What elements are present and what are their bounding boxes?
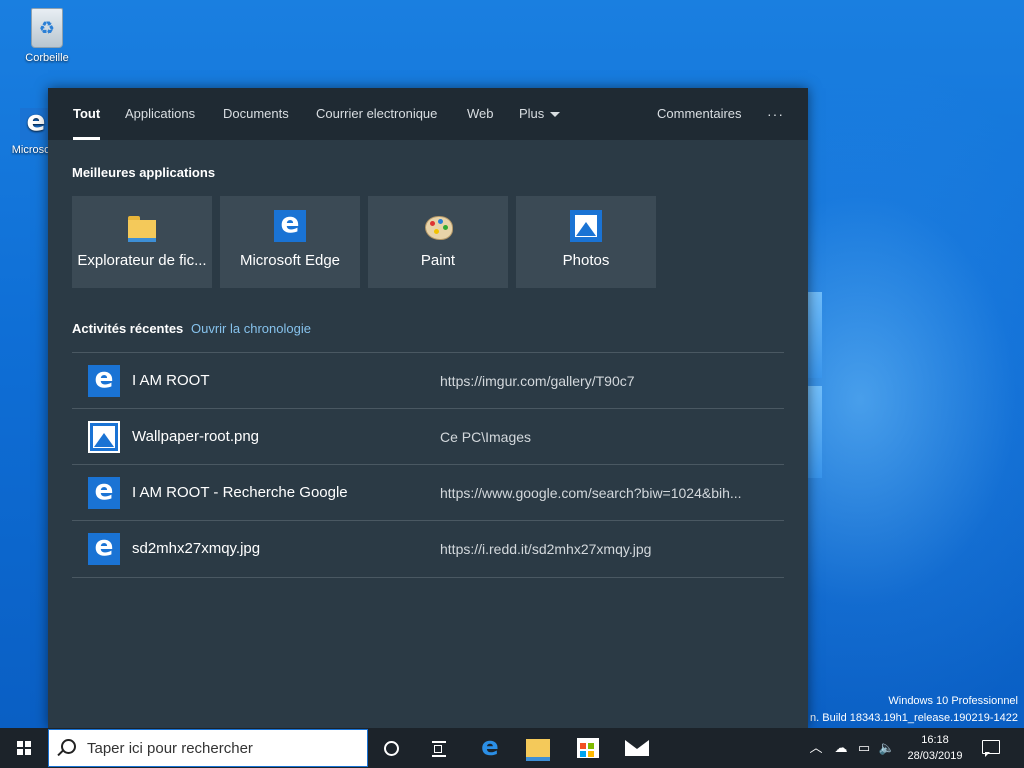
recent-item-name: I AM ROOT - Recherche Google [132,484,348,501]
search-panel: Tout Applications Documents Courrier ele… [48,88,808,728]
taskbar-file-explorer[interactable] [514,728,562,768]
action-center-button[interactable] [976,728,1024,768]
tab-all[interactable]: Tout [73,88,101,140]
search-tabs: Tout Applications Documents Courrier ele… [48,88,808,140]
speaker-icon: 🔈 [878,740,896,755]
app-tile-label: Paint [420,252,456,269]
wallpaper-pane [808,386,822,478]
taskbar-store[interactable] [564,728,612,768]
app-tile-file-explorer[interactable]: Explorateur de fic... [72,196,212,288]
desktop-icon-label: Corbeille [25,52,69,64]
taskbar-search-box[interactable] [48,729,368,767]
recent-item-location: Ce PC\Images [440,429,532,445]
photos-icon [570,210,602,242]
tab-applications[interactable]: Applications [125,88,195,140]
recent-item[interactable]: I AM ROOT - Recherche Google https://www… [72,464,784,521]
mail-icon [625,740,649,756]
network-button[interactable]: ▭ [854,728,874,768]
edge-icon [88,529,120,565]
taskbar: e ︿ ☁ ▭ 🔈 16:18 28/03/2019 [0,728,1024,768]
chevron-down-icon [550,112,561,118]
taskbar-edge[interactable]: e [466,728,514,768]
more-options-button[interactable]: ··· [767,88,784,140]
start-button[interactable] [0,728,48,768]
recent-item-location: https://imgur.com/gallery/T90c7 [440,373,635,389]
cortana-button[interactable] [368,728,416,768]
tab-web[interactable]: Web [467,88,494,140]
app-tile-label: Explorateur de fic... [77,252,207,269]
desktop-icon-recycle-bin[interactable]: Corbeille [12,8,82,64]
tab-documents[interactable]: Documents [223,88,289,140]
cortana-icon [384,741,399,756]
recent-item[interactable]: I AM ROOT https://imgur.com/gallery/T90c… [72,352,784,409]
image-file-icon [88,421,120,453]
recycle-bin-icon [31,8,63,48]
notification-icon [982,740,1000,757]
file-explorer-icon [126,210,158,242]
recent-item-name: sd2mhx27xmqy.jpg [132,540,261,557]
edge-icon [274,206,306,242]
app-tile-label: Microsoft Edge [239,252,341,269]
store-icon [577,738,599,758]
app-tile-edge[interactable]: Microsoft Edge [220,196,360,288]
recent-item-name: Wallpaper-root.png [132,428,260,445]
edge-icon: e [481,732,499,762]
onedrive-button[interactable]: ☁ [830,728,852,768]
recent-item-location: https://i.redd.it/sd2mhx27xmqy.jpg [440,541,652,557]
task-view-button[interactable] [416,728,464,768]
app-tile-photos[interactable]: Photos [516,196,656,288]
recent-item[interactable]: sd2mhx27xmqy.jpg https://i.redd.it/sd2mh… [72,520,784,578]
recent-item[interactable]: Wallpaper-root.png Ce PC\Images [72,408,784,465]
paint-icon [422,210,454,242]
taskbar-clock[interactable]: 16:18 28/03/2019 [900,732,970,764]
app-tile-label: Photos [562,252,610,269]
clock-date: 28/03/2019 [907,750,963,762]
taskbar-mail[interactable] [613,728,661,768]
network-icon: ▭ [857,740,871,755]
recent-item-name: I AM ROOT [132,372,210,389]
tab-email[interactable]: Courrier electronique [316,88,437,140]
open-timeline-link[interactable]: Ouvrir la chronologie [191,321,311,336]
cloud-icon: ☁ [834,740,848,755]
edge-icon [88,473,120,509]
app-tile-paint[interactable]: Paint [368,196,508,288]
windows-build: n. Build 18343.19h1_release.190219-1422 [810,712,1018,724]
show-hidden-icons-button[interactable]: ︿ [806,728,826,768]
tab-more-label: Plus [519,106,545,121]
best-apps-title: Meilleures applications [72,165,216,180]
search-input[interactable] [87,730,357,766]
recent-activities-title: Activités récentes [72,321,184,336]
wallpaper-pane [808,292,822,378]
windows-logo-icon [17,741,31,755]
search-icon [61,739,76,754]
tab-more[interactable]: Plus [519,88,561,140]
desktop-icon-label: Microso [11,144,51,156]
chevron-up-icon: ︿ [809,740,823,755]
clock-time: 16:18 [921,734,949,746]
feedback-button[interactable]: Commentaires [657,88,742,140]
edge-icon [88,361,120,397]
recent-item-location: https://www.google.com/search?biw=1024&b… [440,485,742,501]
file-explorer-icon [526,739,550,761]
volume-button[interactable]: 🔈 [876,728,898,768]
task-view-icon [432,741,446,757]
windows-edition: Windows 10 Professionnel [888,695,1018,707]
